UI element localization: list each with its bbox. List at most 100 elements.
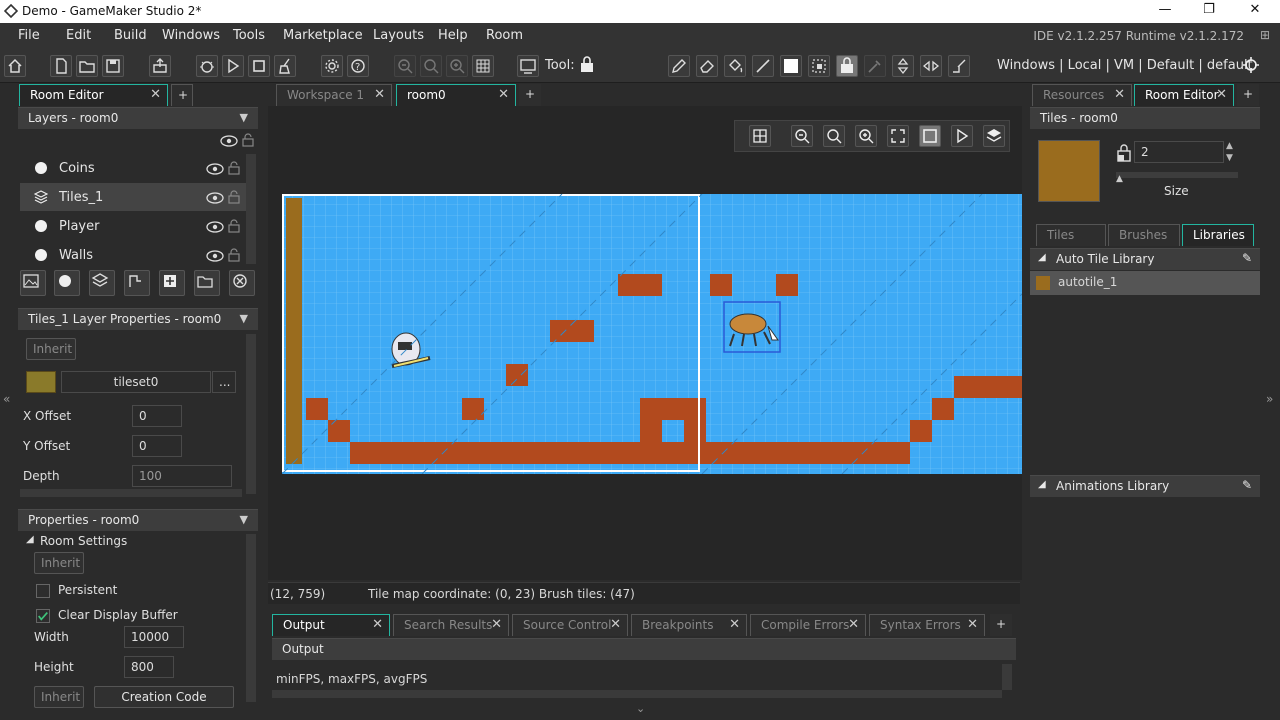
save-button[interactable] bbox=[102, 55, 124, 77]
tab-syntax-errors[interactable]: Syntax Errors ✕ bbox=[869, 614, 985, 636]
add-workspace-button[interactable]: + bbox=[519, 84, 541, 106]
persistent-checkbox[interactable] bbox=[36, 584, 50, 598]
close-tab-icon[interactable]: ✕ bbox=[372, 617, 383, 632]
line-tool-button[interactable] bbox=[752, 55, 774, 77]
room-canvas[interactable] bbox=[268, 106, 1022, 580]
tab-source-control[interactable]: Source Control ✕ bbox=[512, 614, 628, 636]
edit-pencil-icon[interactable]: ✎ bbox=[1242, 478, 1252, 492]
auto-tile-library-header[interactable]: ◢ Auto Tile Library ✎ bbox=[1030, 248, 1260, 270]
minimize-button[interactable]: — bbox=[1150, 2, 1180, 17]
eye-icon[interactable] bbox=[206, 250, 224, 262]
menu-tools[interactable]: Tools bbox=[233, 28, 265, 43]
tileset-browse-button[interactable]: ... bbox=[212, 371, 236, 393]
brush-size-slider[interactable] bbox=[1116, 172, 1238, 178]
fill-tool-button[interactable] bbox=[724, 55, 746, 77]
add-instance-layer-button[interactable] bbox=[54, 270, 80, 296]
size-decrement-icon[interactable]: ▼ bbox=[1226, 153, 1233, 163]
triangle-down-icon[interactable]: ◢ bbox=[1038, 479, 1046, 490]
new-project-button[interactable] bbox=[50, 55, 72, 77]
autotile-item[interactable]: autotile_1 bbox=[1030, 271, 1260, 295]
close-tab-icon[interactable]: ✕ bbox=[967, 617, 978, 632]
layer-item-walls[interactable]: Walls bbox=[20, 241, 248, 263]
pencil-tool-button[interactable] bbox=[668, 55, 690, 77]
tab-breakpoints[interactable]: Breakpoints ✕ bbox=[631, 614, 747, 636]
home-button[interactable] bbox=[4, 55, 26, 77]
collapse-bottom-icon[interactable]: ⌄ bbox=[636, 702, 645, 715]
flip-vertical-button[interactable] bbox=[892, 55, 914, 77]
slider-thumb-icon[interactable]: ▲ bbox=[1116, 174, 1123, 184]
inherit-room-button[interactable]: Inherit bbox=[34, 552, 84, 574]
add-folder-button[interactable] bbox=[194, 270, 220, 296]
tab-room-editor-right[interactable]: Room Editor ✕ bbox=[1134, 84, 1234, 106]
close-tab-icon[interactable]: ✕ bbox=[1216, 87, 1227, 102]
close-tab-icon[interactable]: ✕ bbox=[491, 617, 502, 632]
help-button[interactable]: ? bbox=[347, 55, 369, 77]
inherit-code-button[interactable]: Inherit bbox=[34, 686, 84, 708]
create-package-button[interactable] bbox=[149, 55, 171, 77]
tab-room-editor[interactable]: Room Editor ✕ bbox=[19, 84, 168, 106]
layers-scrollbar[interactable] bbox=[246, 154, 256, 264]
view-zoom-out-button[interactable] bbox=[791, 125, 813, 147]
collapse-right-icon[interactable]: » bbox=[1266, 392, 1273, 406]
grid-snap-button[interactable] bbox=[749, 125, 771, 147]
select-tool-button[interactable] bbox=[808, 55, 830, 77]
close-window-button[interactable]: ✕ bbox=[1240, 2, 1270, 17]
subtab-tiles[interactable]: Tiles bbox=[1036, 224, 1106, 246]
game-options-button[interactable] bbox=[321, 55, 343, 77]
add-tile-layer-button[interactable] bbox=[89, 270, 115, 296]
add-path-layer-button[interactable] bbox=[124, 270, 150, 296]
collapse-left-icon[interactable]: « bbox=[3, 392, 10, 406]
inherit-layer-button[interactable]: Inherit bbox=[26, 338, 76, 360]
layer-item-coins[interactable]: Coins bbox=[20, 154, 248, 182]
grid-menu-icon[interactable]: ⊞ bbox=[1260, 28, 1270, 42]
rotate-button[interactable] bbox=[948, 55, 970, 77]
creation-code-button[interactable]: Creation Code bbox=[94, 686, 234, 708]
tab-compile-errors[interactable]: Compile Errors ✕ bbox=[750, 614, 866, 636]
play-room-button[interactable] bbox=[951, 125, 973, 147]
tab-resources[interactable]: Resources ✕ bbox=[1032, 84, 1132, 106]
lock-tool-button[interactable] bbox=[836, 55, 858, 77]
zoom-reset-button[interactable] bbox=[420, 55, 442, 77]
room-bounds-button[interactable] bbox=[919, 125, 941, 147]
tab-workspace-1[interactable]: Workspace 1 ✕ bbox=[276, 84, 392, 106]
menu-marketplace[interactable]: Marketplace bbox=[283, 28, 363, 43]
lock-icon[interactable] bbox=[242, 133, 254, 147]
props-vscrollbar[interactable] bbox=[246, 334, 256, 494]
view-zoom-in-button[interactable] bbox=[855, 125, 877, 147]
lock-brush-icon[interactable] bbox=[1116, 144, 1132, 162]
menu-build[interactable]: Build bbox=[114, 28, 147, 43]
layer-item-player[interactable]: Player bbox=[20, 212, 248, 240]
menu-windows[interactable]: Windows bbox=[162, 28, 220, 43]
room-height-input[interactable]: 800 bbox=[124, 656, 174, 678]
zoom-in-button[interactable] bbox=[446, 55, 468, 77]
run-button[interactable] bbox=[222, 55, 244, 77]
animations-library-header[interactable]: ◢ Animations Library ✎ bbox=[1030, 475, 1260, 497]
maximize-button[interactable]: ❐ bbox=[1194, 2, 1224, 17]
subtab-libraries[interactable]: Libraries bbox=[1182, 224, 1254, 246]
flip-horizontal-button[interactable] bbox=[920, 55, 942, 77]
view-zoom-reset-button[interactable] bbox=[823, 125, 845, 147]
x-offset-input[interactable]: 0 bbox=[132, 405, 182, 427]
lock-icon[interactable] bbox=[228, 248, 240, 262]
brush-select-button[interactable] bbox=[864, 55, 886, 77]
lock-icon[interactable] bbox=[228, 190, 240, 204]
eye-icon[interactable] bbox=[206, 221, 224, 233]
lock-icon[interactable] bbox=[228, 219, 240, 233]
zoom-out-button[interactable] bbox=[394, 55, 416, 77]
close-tab-icon[interactable]: ✕ bbox=[498, 87, 509, 102]
close-tab-icon[interactable]: ✕ bbox=[729, 617, 740, 632]
output-vscrollbar[interactable] bbox=[1002, 664, 1012, 690]
tab-output[interactable]: Output ✕ bbox=[272, 614, 390, 636]
clear-display-checkbox[interactable] bbox=[36, 609, 50, 623]
add-output-tab-button[interactable]: + bbox=[990, 614, 1012, 636]
layers-header[interactable]: Layers - room0 ▼ bbox=[18, 107, 258, 129]
props-hscrollbar[interactable] bbox=[20, 489, 242, 497]
tileset-field[interactable]: tileset0 bbox=[61, 371, 211, 393]
delete-layer-button[interactable] bbox=[229, 270, 255, 296]
eye-icon[interactable] bbox=[206, 163, 224, 175]
debug-button[interactable] bbox=[196, 55, 218, 77]
stop-button[interactable] bbox=[248, 55, 270, 77]
rectangle-tool-button[interactable] bbox=[780, 55, 802, 77]
tab-search-results[interactable]: Search Results ✕ bbox=[393, 614, 509, 636]
close-tab-icon[interactable]: ✕ bbox=[610, 617, 621, 632]
